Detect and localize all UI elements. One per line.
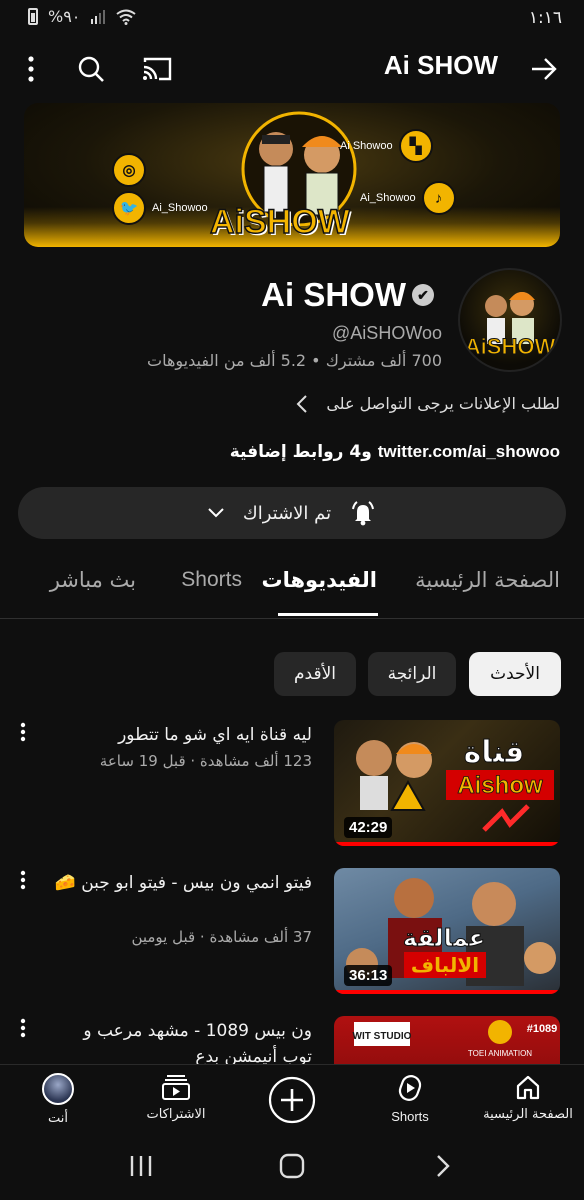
nav-shorts[interactable]: Shorts	[376, 1073, 444, 1124]
active-tab-indicator	[278, 613, 378, 616]
avatar	[42, 1073, 74, 1105]
nav-you[interactable]: أنت	[32, 1073, 84, 1126]
tab-live[interactable]: بث مباشر	[50, 568, 136, 592]
watch-progress-bar	[334, 990, 560, 994]
channel-name-text: Ai SHOW	[261, 276, 406, 313]
svg-text:AiSHOW: AiSHOW	[465, 334, 556, 359]
cast-icon[interactable]	[138, 50, 176, 88]
video-more-icon[interactable]	[14, 1018, 32, 1042]
bell-ring-icon	[352, 501, 375, 526]
channel-description[interactable]: لطلب الإعلانات يرجى التواصل على	[296, 394, 560, 413]
chevron-down-icon	[208, 508, 224, 518]
video-title[interactable]: ون بيس 1089 - مشهد مرعب و توب أنيمشن بدع	[42, 1018, 312, 1070]
channel-avatar[interactable]: AiSHOW	[458, 268, 562, 372]
thumbnail-brand-b: TOEI ANIMATION	[468, 1049, 532, 1058]
banner-logo: AiSHOW	[209, 202, 350, 242]
nav-home[interactable]: الصفحة الرئيسية	[482, 1073, 574, 1122]
thumbnail-subtitle-text: Aishow	[457, 772, 543, 799]
home-button-icon[interactable]	[278, 1152, 306, 1180]
channel-handle: @AiSHOWoo	[332, 323, 442, 343]
twitch-icon: ▚	[398, 129, 433, 163]
avatar-illustration: AiSHOW	[464, 292, 556, 360]
video-meta: 37 ألف مشاهدة · قبل يومين	[131, 928, 312, 946]
back-arrow-icon[interactable]	[526, 50, 562, 88]
banner-social-twitch: Ai Showoo ▚	[340, 129, 433, 163]
tab-shorts[interactable]: Shorts	[181, 568, 242, 592]
status-bar: %٩٠ ١:١٦	[0, 0, 584, 36]
channel-links-more[interactable]: و4 روابط إضافية	[230, 442, 378, 462]
video-thumbnail[interactable]: قناة Aishow 42:29	[334, 720, 560, 846]
shorts-icon	[398, 1075, 422, 1101]
nav-subscriptions-label: الاشتراكات	[146, 1107, 206, 1122]
back-button-icon[interactable]	[434, 1154, 452, 1178]
banner-handle-right-bottom: Ai_Showoo	[360, 192, 416, 204]
home-icon	[516, 1075, 540, 1100]
banner-handle-left: Ai_Showoo	[152, 202, 208, 214]
bottom-navigation: الصفحة الرئيسية Shorts الاشتراكات أنت	[0, 1064, 584, 1143]
nav-home-label: الصفحة الرئيسية	[483, 1107, 573, 1122]
video-more-icon[interactable]	[14, 722, 32, 746]
banner-social-left: ◎ 🐦 Ai_Showoo	[112, 153, 208, 225]
page-title: Ai SHOW	[383, 50, 498, 80]
chip-popular[interactable]: الرائجة	[368, 652, 456, 696]
battery-percent: %٩٠	[48, 7, 81, 26]
tab-videos[interactable]: الفيديوهات	[262, 568, 378, 592]
thumbnail-title-text: قناة	[464, 735, 525, 770]
video-thumbnail[interactable]: عمالقة الالباف 36:13	[334, 868, 560, 994]
channel-stats: 700 ألف مشترك • 5.2 ألف من الفيديوهات	[147, 351, 442, 370]
verified-check-icon: ✔	[412, 284, 434, 306]
create-icon	[268, 1076, 316, 1124]
video-more-icon[interactable]	[14, 870, 32, 894]
subscribed-label: تم الاشتراك	[242, 502, 332, 524]
channel-name: Ai SHOW ✔	[261, 276, 434, 314]
subscriptions-icon	[162, 1075, 190, 1100]
subscribed-button[interactable]: تم الاشتراك	[18, 487, 566, 539]
nav-subscriptions[interactable]: الاشتراكات	[138, 1073, 214, 1122]
status-left: %٩٠	[28, 7, 137, 26]
banner-handle-right-top: Ai Showoo	[340, 140, 393, 152]
banner-social-tiktok: Ai_Showoo ♪	[360, 181, 456, 215]
channel-tabs: الصفحة الرئيسية الفيديوهات Shorts بث مبا…	[0, 556, 584, 619]
video-title[interactable]: فيتو انمي ون بيس - فيتو ابو جبن 🧀	[42, 870, 312, 896]
signal-icon	[91, 9, 106, 24]
thumbnail-title-text: عمالقة	[403, 924, 485, 952]
chevron-left-icon	[296, 394, 308, 413]
more-options-icon[interactable]	[16, 50, 46, 88]
watch-progress-bar	[334, 842, 560, 846]
search-icon[interactable]	[72, 50, 110, 88]
channel-banner: AiSHOW ◎ 🐦 Ai_Showoo Ai Showoo ▚ Ai_Show…	[24, 103, 560, 247]
thumbnail-subtitle-text: الالباف	[411, 953, 479, 977]
channel-links[interactable]: twitter.com/ai_showoo و4 روابط إضافية	[230, 442, 560, 462]
nav-you-label: أنت	[48, 1111, 68, 1126]
video-title-line: ون بيس 1089 - مشهد مرعب و	[83, 1021, 312, 1041]
system-navigation-bar	[0, 1142, 584, 1200]
channel-link-primary[interactable]: twitter.com/ai_showoo	[378, 442, 560, 461]
video-meta: 123 ألف مشاهدة · قبل 19 ساعة	[99, 752, 312, 770]
tiktok-icon: ♪	[421, 181, 456, 215]
chip-latest[interactable]: الأحدث	[469, 652, 561, 696]
thumbnail-episode-text: #1089	[527, 1023, 558, 1035]
tab-home[interactable]: الصفحة الرئيسية	[415, 568, 560, 592]
twitter-icon: 🐦	[112, 191, 146, 225]
wifi-icon	[116, 9, 137, 25]
nav-shorts-label: Shorts	[391, 1109, 429, 1124]
battery-icon	[28, 8, 38, 25]
chip-oldest[interactable]: الأقدم	[274, 652, 356, 696]
video-title[interactable]: ليه قناة ايه اي شو ما تتطور	[42, 722, 312, 748]
channel-description-text: لطلب الإعلانات يرجى التواصل على	[326, 394, 560, 413]
instagram-icon: ◎	[112, 153, 146, 187]
recent-apps-icon[interactable]	[128, 1154, 154, 1178]
nav-create[interactable]	[266, 1075, 318, 1125]
thumbnail-brand-a: WIT STUDIO	[353, 1031, 412, 1042]
video-duration: 36:13	[344, 965, 393, 986]
status-time: ١:١٦	[528, 8, 562, 28]
video-duration: 42:29	[344, 817, 393, 838]
